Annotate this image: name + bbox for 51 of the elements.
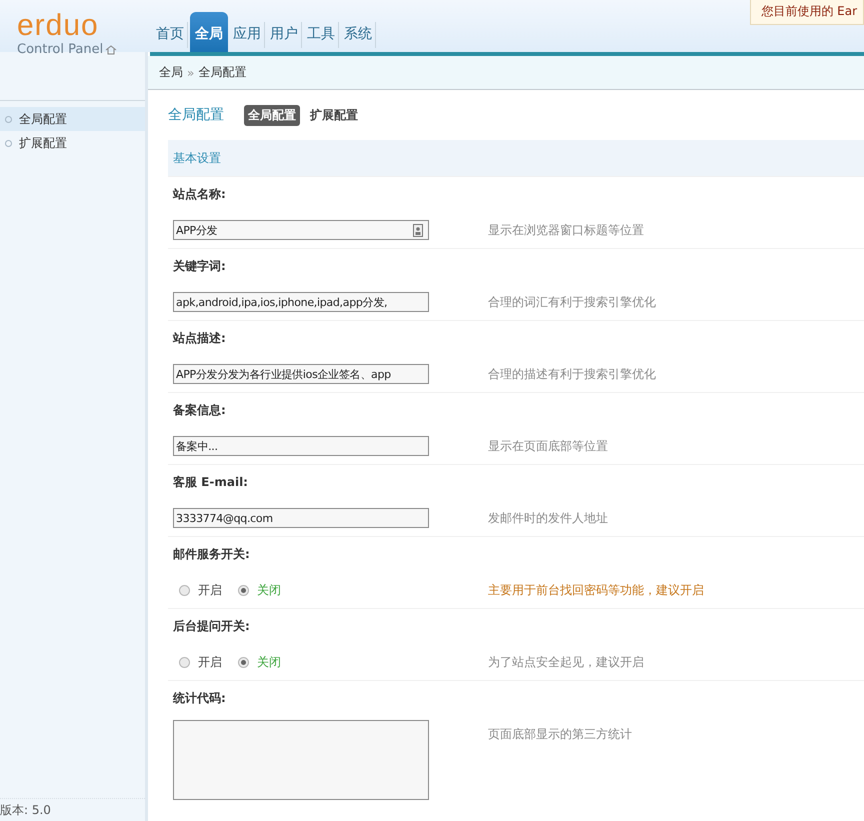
- input-field[interactable]: 3333774@qq.com: [173, 508, 429, 528]
- breadcrumb-item[interactable]: 全局: [159, 64, 183, 81]
- field-label: 客服 E-mail:: [173, 474, 248, 491]
- radio-button[interactable]: [179, 584, 190, 596]
- field-label: 统计代码:: [173, 690, 226, 707]
- field-label: 站点描述:: [173, 330, 226, 347]
- field-label: 关键字词:: [173, 258, 226, 275]
- contact-card-icon: [413, 224, 423, 236]
- field-hint: 发邮件时的发件人地址: [488, 510, 608, 526]
- input-field[interactable]: apk,android,ipa,ios,iphone,ipad,app分发,: [173, 292, 429, 312]
- breadcrumb-item: »: [187, 66, 194, 80]
- field-label: 后台提问开关:: [173, 618, 250, 635]
- section-header: 基本设置: [168, 140, 864, 176]
- field-hint: 显示在页面底部等位置: [488, 438, 608, 454]
- field-hint: 主要用于前台找回密码等功能，建议开启: [488, 582, 704, 598]
- input-field[interactable]: APP分发: [173, 220, 429, 240]
- version-label: 版本: 5.0: [0, 798, 145, 821]
- radio-label: 关闭: [257, 582, 281, 598]
- field-hint: 页面底部显示的第三方统计: [488, 726, 632, 743]
- field-hint: 显示在浏览器窗口标题等位置: [488, 222, 644, 238]
- page-title: 全局配置: [168, 106, 224, 124]
- nav-tab[interactable]: 用户: [267, 22, 302, 48]
- input-field[interactable]: APP分发分发为各行业提供ios企业签名、app: [173, 364, 429, 384]
- radio-button[interactable]: [179, 656, 190, 668]
- sidebar-item[interactable]: 全局配置: [0, 107, 145, 131]
- logo-subtitle: Control Panel: [17, 42, 104, 57]
- field-hint: 为了站点安全起见，建议开启: [488, 654, 644, 670]
- subtab[interactable]: 扩展配置: [306, 104, 362, 126]
- home-icon: [105, 44, 118, 54]
- radio-label: 开启: [198, 582, 222, 598]
- notice-banner: 您目前使用的 Ear: [750, 0, 864, 25]
- radio-button[interactable]: [238, 584, 249, 596]
- textarea-field[interactable]: [173, 720, 429, 800]
- radio-label: 开启: [198, 654, 222, 670]
- nav-tab[interactable]: 应用: [230, 22, 265, 48]
- nav-tab[interactable]: 系统: [341, 22, 376, 48]
- logo-wordmark: erduo: [17, 14, 100, 38]
- nav-tab[interactable]: 首页: [153, 22, 188, 48]
- sidebar-item[interactable]: 扩展配置: [0, 131, 145, 155]
- subtab[interactable]: 全局配置: [244, 104, 300, 126]
- field-hint: 合理的描述有利于搜索引擎优化: [488, 366, 656, 382]
- radio-label: 关闭: [257, 654, 281, 670]
- field-label: 站点名称:: [173, 186, 226, 203]
- input-field[interactable]: 备案中...: [173, 436, 429, 456]
- field-label: 备案信息:: [173, 402, 226, 419]
- radio-button[interactable]: [238, 656, 249, 668]
- breadcrumb-item[interactable]: 全局配置: [198, 64, 246, 81]
- nav-tab[interactable]: 工具: [304, 22, 339, 48]
- nav-tab[interactable]: 全局: [190, 12, 228, 52]
- field-label: 邮件服务开关:: [173, 546, 250, 563]
- field-hint: 合理的词汇有利于搜索引擎优化: [488, 294, 656, 310]
